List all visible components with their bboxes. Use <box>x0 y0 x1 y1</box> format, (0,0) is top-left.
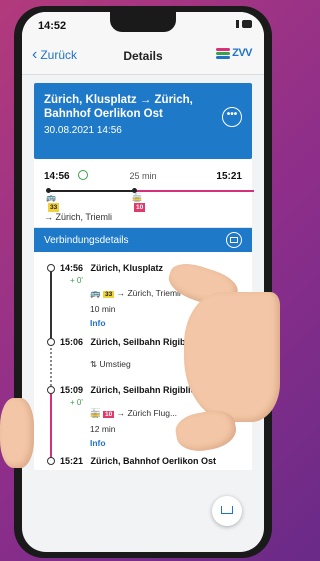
delay-label: + 0' <box>70 276 83 285</box>
stop-time: 15:06 <box>60 337 84 347</box>
leg-duration: 12 min <box>90 424 116 434</box>
stop-name: Zürich, Bahnhof Oerlikon Ost <box>90 456 217 466</box>
notch <box>110 12 176 32</box>
walk-icon: ⇅ <box>90 359 98 369</box>
leg-row: 🚋 10 → Zürich Flug... <box>90 408 177 419</box>
brand-name: ZVV <box>232 47 252 59</box>
line-badge-10: 10 <box>102 411 115 418</box>
status-bar: 14:52 <box>22 12 264 38</box>
tram-icon: 🚋 <box>132 193 142 202</box>
leg-direction: → Zürich Flug... <box>116 408 178 418</box>
timeline-walk <box>50 344 52 386</box>
hand-right <box>184 292 280 422</box>
more-options-button[interactable]: ••• <box>222 107 242 127</box>
stop-row[interactable]: 15:09 Zürich, Seilbahn Rigiblick <box>60 385 201 395</box>
zvv-logo-icon <box>216 46 231 60</box>
leg-duration: 10 min <box>90 304 116 314</box>
stop-row[interactable]: 15:21 Zürich, Bahnhof Oerlikon Ost <box>60 456 216 466</box>
summary-direction: → Zürich, Triemli <box>44 212 113 222</box>
status-time: 14:52 <box>38 20 67 32</box>
battery-icon <box>242 20 252 28</box>
cart-button[interactable] <box>212 496 242 526</box>
stop-node <box>47 457 55 465</box>
zvv-logo: ZVV <box>216 46 252 60</box>
timeline-bus <box>50 266 52 342</box>
line-badge-33: 33 <box>102 291 115 298</box>
system-icons <box>236 20 252 28</box>
stop-row[interactable]: 15:06 Zürich, Seilbahn Rigiblick <box>60 337 201 347</box>
thumb-left <box>0 398 34 468</box>
stop-time: 14:56 <box>60 263 84 273</box>
stop-name: Zürich, Seilbahn Rigiblick <box>90 385 201 395</box>
timeline-tram <box>50 390 52 462</box>
nav-bar: ‹ Zurück Details ZVV <box>22 38 264 75</box>
transfer-row: ⇅ Umstieg <box>90 359 131 370</box>
stop-node <box>47 386 55 394</box>
route-title: Zürich, Klusplatz → Zürich, Bahnhof Oerl… <box>44 94 193 120</box>
route-datetime: 30.08.2021 14:56 <box>44 125 122 136</box>
bus-segment-line <box>48 190 134 192</box>
transfer-label: Umstieg <box>99 359 131 369</box>
line-badge-10: 10 <box>134 203 146 212</box>
section-header: Verbindungsdetails <box>34 228 252 252</box>
connection-summary[interactable]: 14:56 25 min 15:21 🚌 33 🚋 10 → Zürich, T… <box>34 159 254 228</box>
stop-node <box>47 264 55 272</box>
stop-node <box>47 338 55 346</box>
delay-label: + 0' <box>70 398 83 407</box>
signal-icon <box>236 20 239 28</box>
map-icon[interactable] <box>226 232 242 248</box>
stop-name: Zürich, Klusplatz <box>90 263 164 273</box>
leg-row: 🚌 33 → Zürich, Triemli <box>90 288 181 299</box>
info-link[interactable]: Info <box>90 438 106 448</box>
section-label: Verbindungsdetails <box>44 235 129 246</box>
line-badge-33: 33 <box>48 203 60 212</box>
cart-icon <box>221 506 233 514</box>
info-link[interactable]: Info <box>90 318 106 328</box>
tram-segment-line <box>134 190 254 192</box>
stop-row[interactable]: 14:56 Zürich, Klusplatz <box>60 263 163 273</box>
summary-arrival: 15:21 <box>216 171 242 182</box>
connection-header: Zürich, Klusplatz → Zürich, Bahnhof Oerl… <box>34 83 252 159</box>
bus-icon: 🚌 <box>46 193 56 202</box>
tram-icon: 🚋 <box>90 408 101 418</box>
bus-icon: 🚌 <box>90 288 101 298</box>
leg-direction: → Zürich, Triemli <box>116 288 181 298</box>
stop-time: 15:09 <box>60 385 84 395</box>
stop-time: 15:21 <box>60 456 84 466</box>
